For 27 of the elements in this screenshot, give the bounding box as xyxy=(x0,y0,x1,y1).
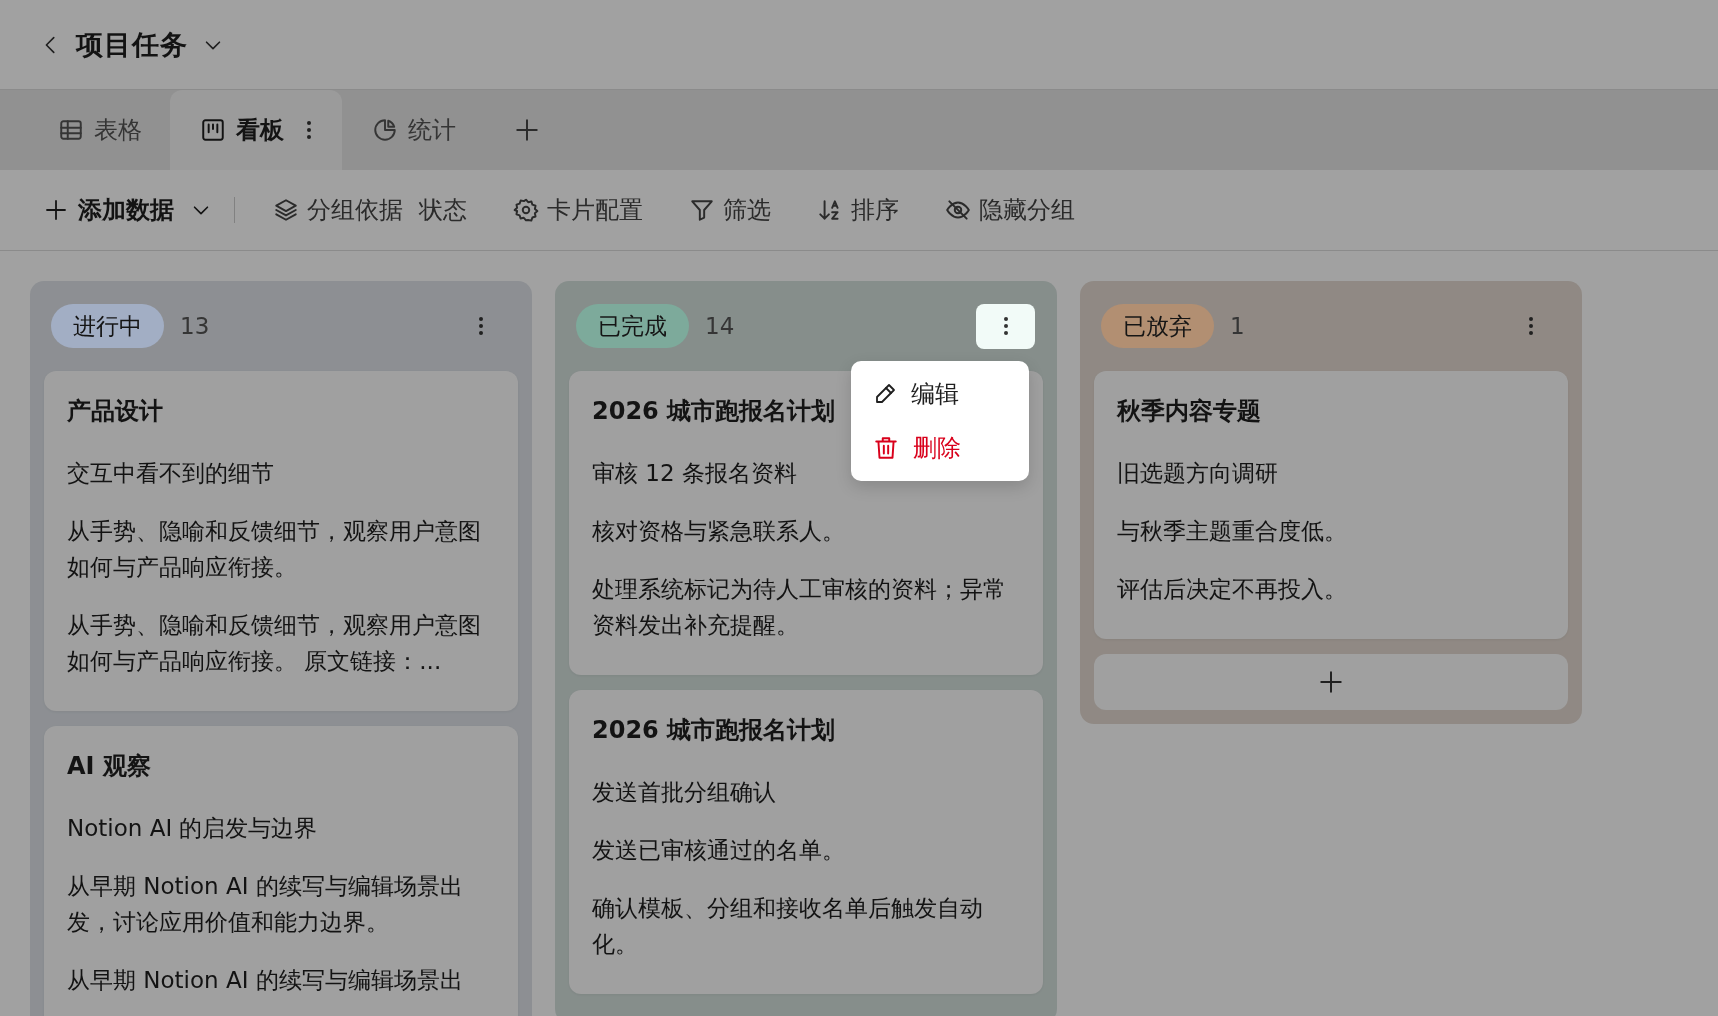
card-text: 发送已审核通过的名单。 xyxy=(592,836,845,865)
card-text: Notion AI 的启发与边界 xyxy=(67,814,318,843)
card-text: 从手势、隐喻和反馈细节，观察用户意图如何与产品响应衔接。 xyxy=(67,517,482,582)
card-text: 核对资格与紧急联系人。 xyxy=(592,517,845,546)
card-text: 从早期 Notion AI 的续写与编辑场景出发，讨论应用价值和能力边界。 xyxy=(67,872,464,937)
card-text: 评估后决定不再投入。 xyxy=(1117,575,1347,604)
card-title: 2026 城市跑报名计划 xyxy=(592,715,836,746)
card-count: 1 xyxy=(1230,313,1246,339)
card-text: 处理系统标记为待人工审核的资料；异常资料发出补充提醒。 xyxy=(592,575,1007,640)
card-text: 审核 12 条报名资料 xyxy=(592,459,797,488)
card-title: 产品设计 xyxy=(67,396,163,427)
card-text: 与秋季主题重合度低。 xyxy=(1117,517,1347,546)
status-tag: 已放弃 xyxy=(1101,304,1214,348)
card-text: 交互中看不到的细节 xyxy=(67,459,274,488)
status-tag: 进行中 xyxy=(51,304,164,348)
card-title: 2026 城市跑报名计划 xyxy=(592,396,836,427)
page-title: 项目任务 xyxy=(76,27,188,62)
card-text: 发送首批分组确认 xyxy=(592,778,776,807)
card-title: 秋季内容专题 xyxy=(1117,396,1261,427)
card-text: 从早期 Notion AI 的续写与编辑场景出 xyxy=(67,966,463,995)
card-count: 14 xyxy=(705,313,736,339)
card-text: 确认模板、分组和接收名单后触发自动化。 xyxy=(592,894,984,959)
card-text: 从手势、隐喻和反馈细节，观察用户意图如何与产品响应衔接。 原文链接：... xyxy=(67,611,482,676)
status-tag: 已完成 xyxy=(576,304,689,348)
card-title: AI 观察 xyxy=(67,751,151,782)
card-count: 13 xyxy=(180,313,211,339)
card-text: 旧选题方向调研 xyxy=(1117,459,1278,488)
